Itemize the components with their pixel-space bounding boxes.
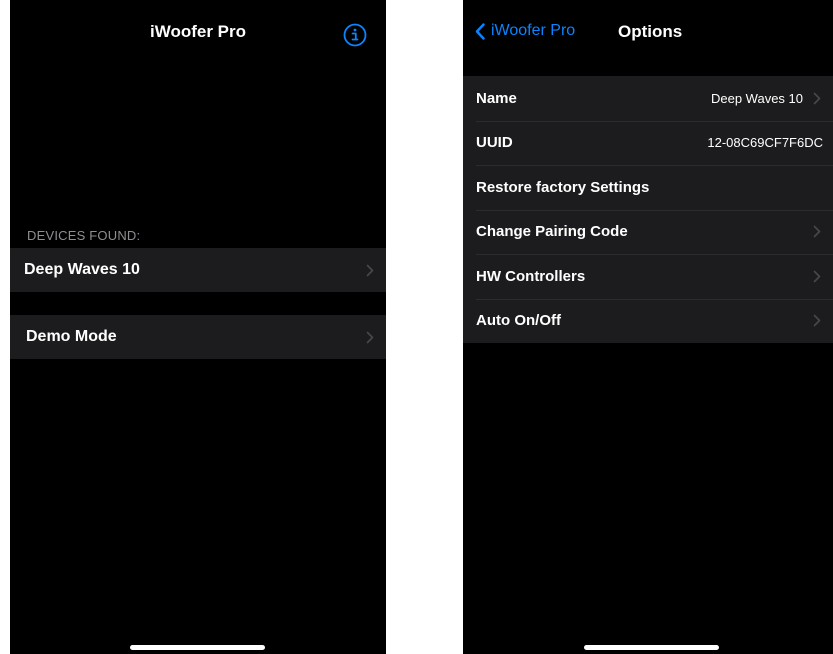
option-label: Restore factory Settings — [476, 178, 650, 196]
option-row-hw-controllers[interactable]: HW Controllers — [463, 254, 833, 299]
chevron-right-icon — [813, 225, 821, 238]
chevron-left-icon — [475, 22, 485, 40]
demo-mode-label: Demo Mode — [26, 328, 117, 345]
option-row-change-pairing-code[interactable]: Change Pairing Code — [463, 209, 833, 255]
devices-found-header: DEVICES FOUND: — [27, 228, 141, 243]
option-row-auto-on-off[interactable]: Auto On/Off — [463, 298, 833, 344]
option-label: Name — [476, 89, 517, 107]
info-circle-icon[interactable] — [343, 23, 367, 47]
device-list-screen: iWoofer Pro DEVICES FOUND: Deep Waves 10… — [10, 0, 386, 654]
home-indicator[interactable] — [130, 645, 265, 650]
screen-title: iWoofer Pro — [149, 22, 247, 41]
option-label: UUID — [476, 134, 513, 152]
home-indicator[interactable] — [584, 645, 719, 650]
chevron-right-icon — [813, 314, 821, 327]
chevron-right-icon — [366, 264, 374, 276]
options-list: Name Deep Waves 10 UUID 12-08C69CF7F6DC … — [463, 76, 833, 343]
screen-title: Options — [618, 22, 683, 41]
option-row-restore-factory[interactable]: Restore factory Settings — [463, 165, 833, 210]
option-row-name[interactable]: Name Deep Waves 10 — [463, 76, 833, 121]
chevron-right-icon — [813, 270, 821, 283]
option-value: 12-08C69CF7F6DC — [707, 135, 823, 151]
chevron-right-icon — [813, 92, 821, 105]
option-value: Deep Waves 10 — [710, 90, 803, 106]
option-row-uuid: UUID 12-08C69CF7F6DC — [463, 120, 833, 166]
back-button-label: iWoofer Pro — [491, 22, 576, 39]
back-button[interactable]: iWoofer Pro — [475, 22, 575, 40]
demo-mode-row[interactable]: Demo Mode — [10, 315, 386, 359]
option-label: Auto On/Off — [476, 312, 561, 330]
device-name-label: Deep Waves 10 — [24, 261, 140, 278]
option-label: Change Pairing Code — [476, 223, 628, 241]
options-screen: iWoofer Pro Options Name Deep Waves 10 U… — [463, 0, 833, 654]
chevron-right-icon — [366, 331, 374, 343]
option-label: HW Controllers — [476, 267, 586, 285]
device-row-deep-waves[interactable]: Deep Waves 10 — [10, 248, 386, 292]
